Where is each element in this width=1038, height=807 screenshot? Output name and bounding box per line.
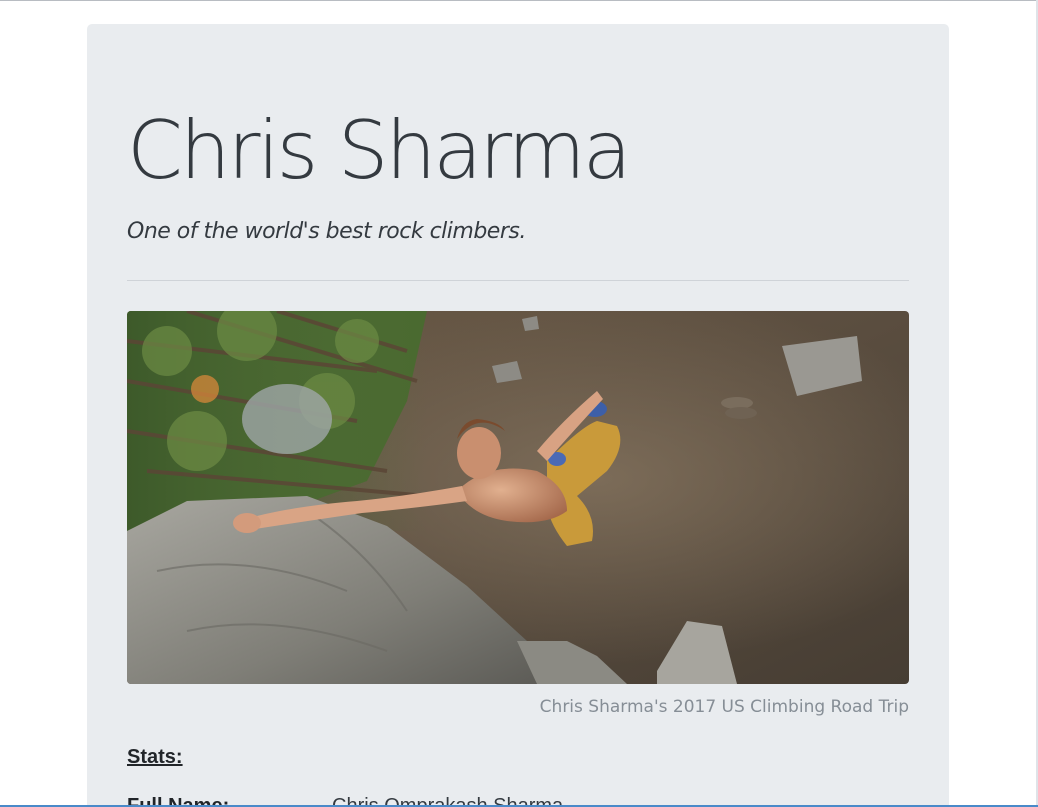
page-subtitle: One of the world's best rock climbers. — [127, 219, 526, 244]
tribute-jumbotron: Chris Sharma One of the world's best roc… — [87, 24, 949, 807]
stats-heading: Stats: — [127, 746, 183, 768]
section-divider — [127, 280, 909, 281]
climber-photo — [127, 311, 909, 684]
image-caption: Chris Sharma's 2017 US Climbing Road Tri… — [539, 697, 909, 717]
page-title: Chris Sharma — [127, 104, 632, 197]
window-top-border — [0, 0, 1038, 1]
